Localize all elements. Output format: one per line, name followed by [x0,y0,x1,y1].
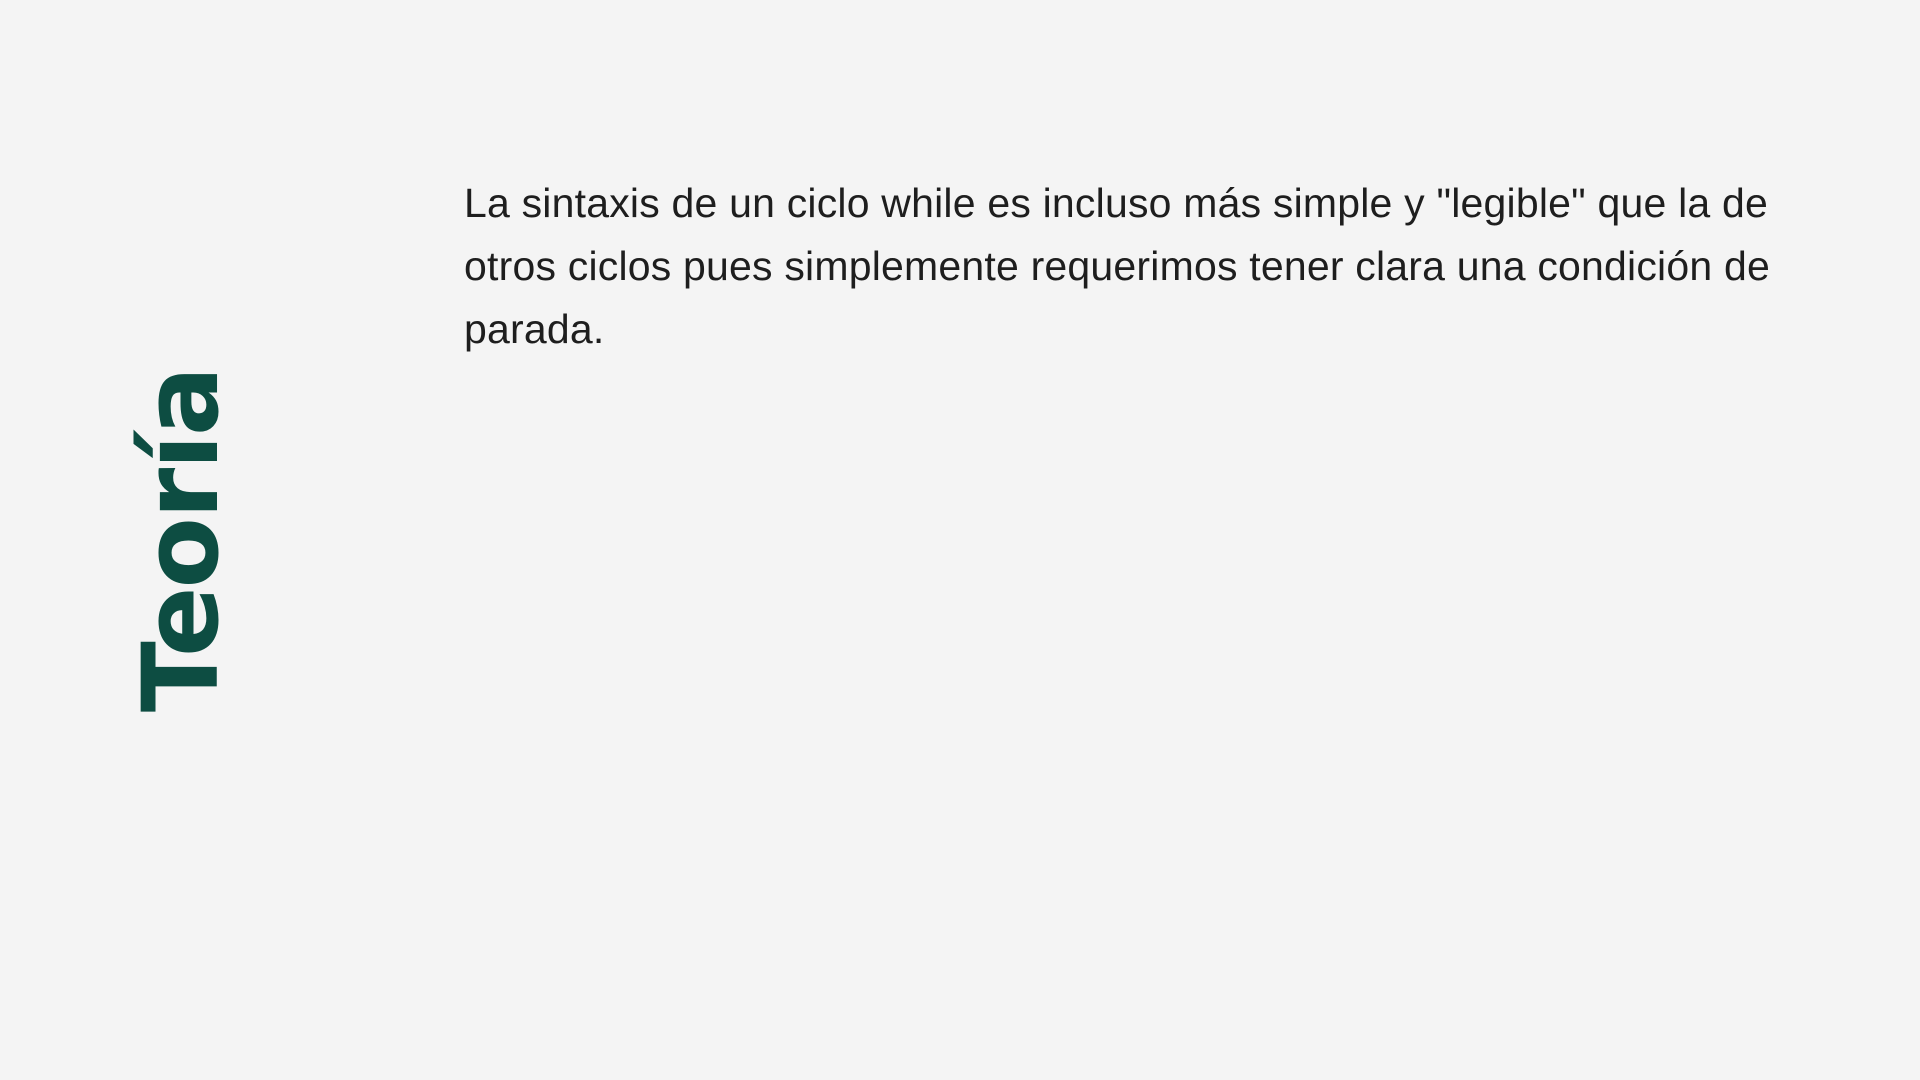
slide: Teoría La sintaxis de un ciclo while es … [0,0,1920,1080]
section-title: Teoría [120,367,242,713]
body-paragraph: La sintaxis de un ciclo while es incluso… [464,180,1770,352]
